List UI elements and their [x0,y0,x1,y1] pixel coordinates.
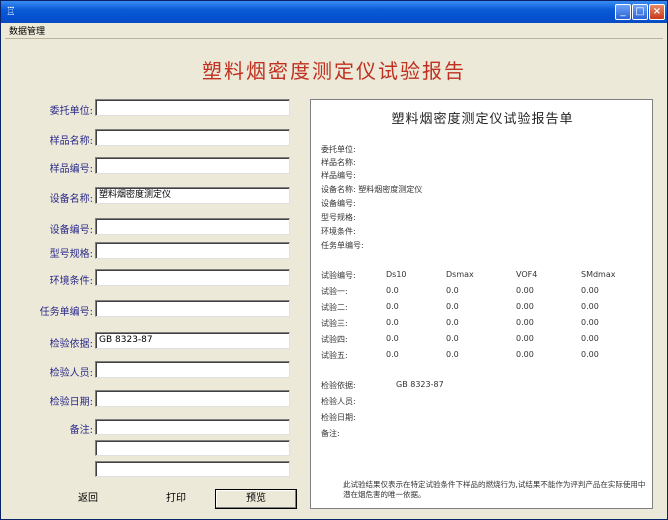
field-label-date: 检验日期: [49,397,93,408]
preview-remark-label: 备注: [321,429,340,438]
preview-info-line: 设备编号: [321,199,356,208]
remark-input-line-1[interactable] [95,419,290,435]
field-label-basis: 检验依据: [49,339,93,350]
maximize-button[interactable]: □ [632,4,648,20]
print-button[interactable]: 打印 [151,489,201,509]
table-cell: 试验四: [321,335,348,344]
field-label-model: 型号规格: [49,249,93,260]
field-label-inspector: 检验人员: [49,368,93,379]
table-cell: 0.00 [516,318,534,327]
table-cell: 0.00 [581,334,599,343]
preview-title: 塑料烟密度测定仪试验报告单 [391,112,574,127]
table-cell: 0.00 [516,302,534,311]
test-date-input[interactable] [95,390,290,407]
table-cell: 0.00 [516,350,534,359]
preview-basis-value: GB 8323-87 [396,380,444,389]
table-cell: 0.00 [581,318,599,327]
preview-info-line: 设备名称: 塑料烟密度测定仪 [321,185,423,194]
sample-name-input[interactable] [95,129,290,146]
table-cell: 0.0 [386,318,399,327]
title-bar[interactable]: ♖ _ □ × [1,1,667,23]
table-cell: 0.0 [446,286,459,295]
field-label-sample-no: 样品编号: [49,164,93,175]
preview-info-line: 样品编号: [321,171,356,180]
table-cell: 0.00 [516,286,534,295]
preview-date-label: 检验日期: [321,413,356,422]
report-preview: 塑料烟密度测定仪试验报告单 委托单位: 样品名称: 样品编号: 设备名称: 塑料… [310,99,653,509]
table-cell: 0.00 [581,350,599,359]
table-cell: 0.0 [386,334,399,343]
device-name-input[interactable]: 塑料烟密度测定仪 [95,187,290,204]
environment-input[interactable] [95,269,290,286]
task-number-input[interactable] [95,300,290,317]
preview-info-line: 任务单编号: [321,241,364,250]
field-label-device-no: 设备编号: [49,225,93,236]
table-cell: 0.0 [446,302,459,311]
model-spec-input[interactable] [95,242,290,259]
table-cell: 试验五: [321,351,348,360]
table-cell: 0.00 [581,302,599,311]
field-label-client: 委托单位: [49,106,93,117]
table-cell: 试验一: [321,287,348,296]
main-window: ♖ _ □ × 数据管理 塑料烟密度测定仪试验报告 委托单位: 样品名称: 样品… [0,0,668,520]
table-header-cell: VOF4 [516,270,538,279]
page-title: 塑料烟密度测定仪试验报告 [202,59,466,83]
preview-button[interactable]: 预览 [215,489,297,509]
remark-input-line-3[interactable] [95,461,290,477]
preview-footer-note: 此试验结果仅表示在特定试验条件下样品的燃烧行为,试结果不能作为评判产品在实际使用… [343,480,646,499]
remark-input-line-2[interactable] [95,440,290,456]
inspector-input[interactable] [95,361,290,378]
preview-info-line: 环境条件: [321,227,356,236]
field-label-device-name: 设备名称: [49,194,93,205]
table-header-cell: Dsmax [446,270,474,279]
table-cell: 试验三: [321,319,348,328]
minimize-button[interactable]: _ [615,4,631,20]
preview-info-line: 委托单位: [321,145,356,154]
table-cell: 0.0 [446,334,459,343]
table-header-cell: Ds10 [386,270,407,279]
table-cell: 0.00 [581,286,599,295]
close-button[interactable]: × [649,4,665,20]
table-cell: 0.0 [386,302,399,311]
test-basis-input[interactable]: GB 8323-87 [95,332,290,349]
preview-info-line: 型号规格: [321,213,356,222]
preview-basis-label: 检验依据: [321,381,356,390]
preview-inspector-label: 检验人员: [321,397,356,406]
back-button[interactable]: 返回 [63,489,113,509]
client-unit-input[interactable] [95,99,290,116]
field-label-remark: 备注: [69,425,93,436]
table-cell: 0.0 [446,350,459,359]
field-label-sample-name: 样品名称: [49,136,93,147]
device-number-input[interactable] [95,218,290,235]
table-cell: 试验二: [321,303,348,312]
table-header-cell: 试验编号: [321,271,356,280]
sample-number-input[interactable] [95,157,290,174]
table-cell: 0.0 [386,350,399,359]
menu-data-management[interactable]: 数据管理 [9,24,45,37]
field-label-environment: 环境条件: [49,276,93,287]
table-cell: 0.0 [446,318,459,327]
report-form: 塑料烟密度测定仪试验报告 委托单位: 样品名称: 样品编号: 设备名称: 塑料烟… [5,38,663,516]
table-cell: 0.0 [386,286,399,295]
menu-bar: 数据管理 [1,23,667,38]
app-icon: ♖ [6,5,16,18]
table-header-cell: SMdmax [581,270,616,279]
table-cell: 0.00 [516,334,534,343]
field-label-task-no: 任务单编号: [39,307,93,318]
preview-info-line: 样品名称: [321,158,356,167]
